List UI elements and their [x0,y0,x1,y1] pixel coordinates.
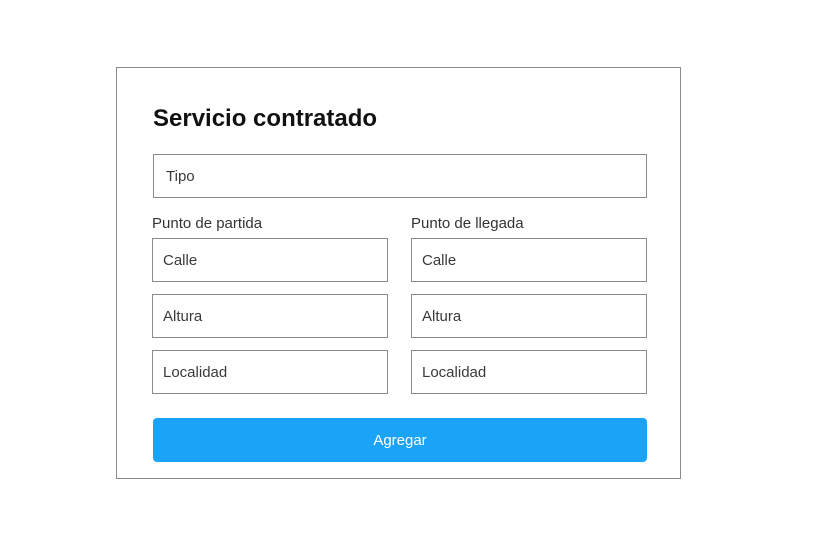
origin-localidad-input[interactable] [152,350,388,394]
destination-label: Punto de llegada [411,215,524,232]
tipo-input[interactable] [153,154,647,198]
form-title: Servicio contratado [153,105,378,132]
destination-calle-input[interactable] [411,238,647,282]
origin-label: Punto de partida [152,215,263,232]
destination-localidad-input[interactable] [411,350,647,394]
agregar-button[interactable]: Agregar [153,418,647,462]
origin-altura-input[interactable] [152,294,388,338]
service-form-card: Servicio contratado Punto de partida Pun… [116,67,681,479]
origin-calle-input[interactable] [152,238,388,282]
destination-altura-input[interactable] [411,294,647,338]
